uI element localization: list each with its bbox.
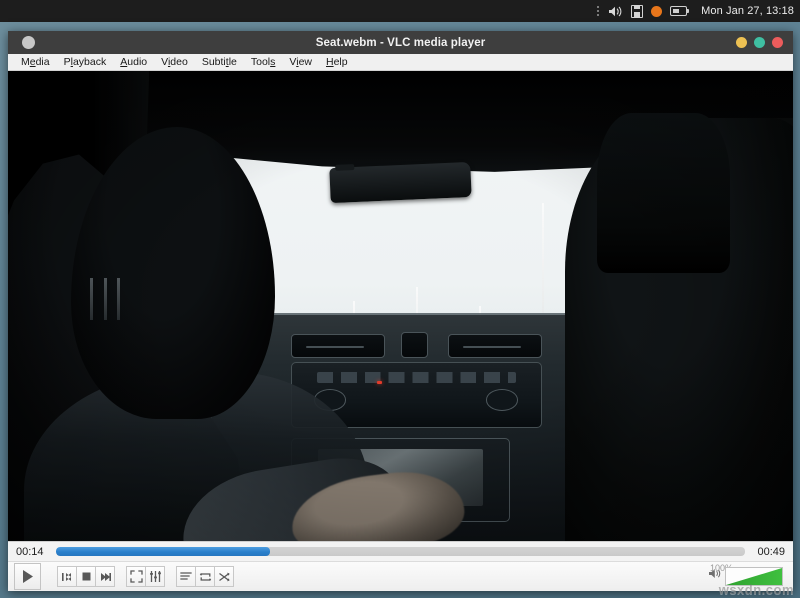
passenger-headrest (597, 113, 730, 273)
air-vent-center (401, 332, 428, 358)
menu-bar: Media Playback Audio Video Subtitle Tool… (8, 54, 793, 71)
system-top-panel: Mon Jan 27, 13:18 (0, 0, 800, 22)
minimize-button[interactable] (736, 37, 747, 48)
menu-help[interactable]: Help (319, 54, 355, 70)
system-tray: Mon Jan 27, 13:18 (596, 4, 794, 18)
window-title: Seat.webm - VLC media player (8, 37, 793, 49)
playlist-controls (176, 566, 233, 587)
volume-level-fill (726, 568, 782, 585)
headrest-post (117, 278, 120, 320)
headrest-post (104, 278, 107, 320)
update-icon[interactable] (651, 4, 662, 18)
play-button[interactable] (14, 563, 41, 590)
vlc-window: Seat.webm - VLC media player Media Playb… (8, 31, 793, 591)
control-bar: 100% (8, 561, 793, 591)
seek-progress-fill (56, 547, 270, 556)
menu-media[interactable]: Media (14, 54, 57, 70)
playlist-button[interactable] (176, 566, 196, 587)
volume-slider[interactable] (725, 567, 783, 586)
menu-subtitle[interactable]: Subtitle (195, 54, 244, 70)
rear-view-mirror (329, 162, 472, 203)
random-button[interactable] (214, 566, 234, 587)
window-titlebar[interactable]: Seat.webm - VLC media player (8, 31, 793, 54)
headrest-post (90, 278, 93, 320)
menu-tools[interactable]: Tools (244, 54, 283, 70)
air-vent-left (291, 334, 385, 358)
close-button[interactable] (772, 37, 783, 48)
fullscreen-button[interactable] (126, 566, 146, 587)
volume-control: 100% (708, 567, 787, 586)
seek-bar-row: 00:14 00:49 (8, 541, 793, 561)
extended-settings-button[interactable] (145, 566, 165, 587)
stop-button[interactable] (76, 566, 96, 587)
menu-audio[interactable]: Audio (113, 54, 154, 70)
next-button[interactable] (95, 566, 115, 587)
menu-playback[interactable]: Playback (57, 54, 114, 70)
menu-video[interactable]: Video (154, 54, 195, 70)
maximize-button[interactable] (754, 37, 765, 48)
loop-button[interactable] (195, 566, 215, 587)
volume-icon[interactable] (608, 4, 623, 18)
total-time: 00:49 (753, 546, 785, 558)
elapsed-time: 00:14 (16, 546, 48, 558)
seek-slider[interactable] (56, 547, 745, 556)
desktop: Mon Jan 27, 13:18 Seat.webm - VLC media … (0, 0, 800, 598)
transport-controls (57, 566, 114, 587)
radio-indicator-led (377, 381, 382, 384)
battery-icon[interactable] (670, 4, 687, 18)
dots-menu-icon[interactable] (596, 4, 600, 18)
video-surface[interactable] (8, 71, 793, 541)
radio-button-row (317, 372, 516, 382)
menu-view[interactable]: View (282, 54, 319, 70)
view-controls (126, 566, 164, 587)
save-icon[interactable] (631, 4, 643, 18)
air-vent-right (448, 334, 542, 358)
vlc-cone-icon (22, 36, 35, 49)
radio-knob-right (486, 389, 518, 411)
window-controls (736, 37, 783, 48)
previous-button[interactable] (57, 566, 77, 587)
clock[interactable]: Mon Jan 27, 13:18 (701, 5, 794, 17)
